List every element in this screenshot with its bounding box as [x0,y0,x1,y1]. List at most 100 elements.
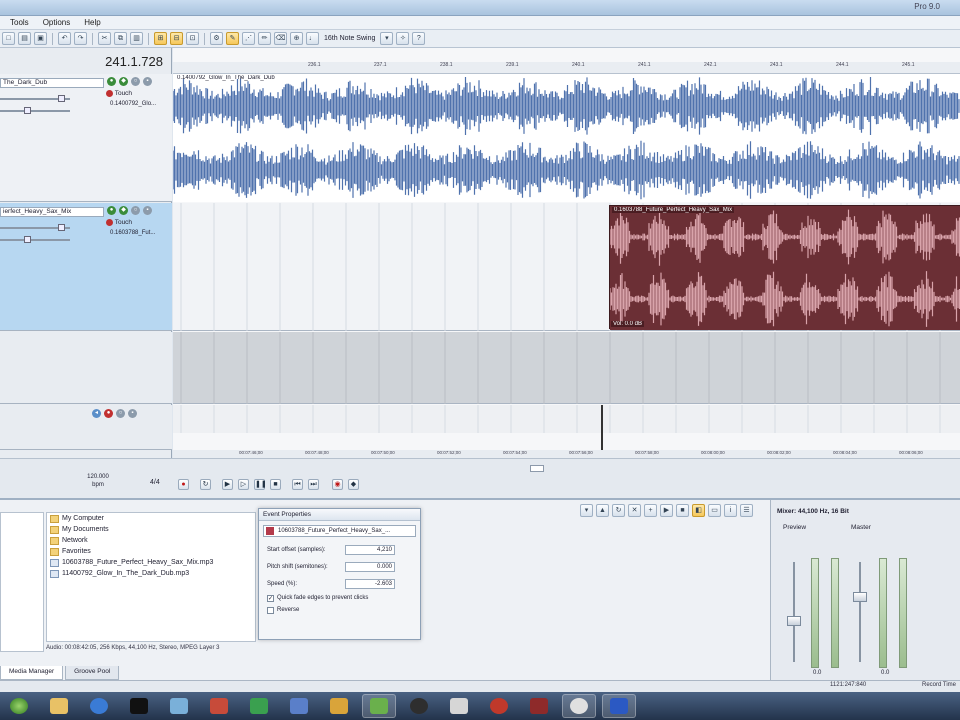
stop-button[interactable]: ■ [270,479,281,490]
taskbar-app[interactable] [82,694,116,718]
fx-icon[interactable]: ○ [131,206,140,215]
checkbox-icon[interactable] [267,606,274,614]
views-icon[interactable]: ☰ [740,504,753,517]
taskbar-app[interactable] [122,694,156,718]
open-icon[interactable]: ▤ [18,32,31,45]
arm-record-icon[interactable] [106,90,113,97]
refresh-icon[interactable]: ↻ [612,504,625,517]
audio-event-clip[interactable]: 0.1603788_Future_Perfect_Heavy_Sax_Mix V… [609,205,960,330]
explorer-file-list[interactable]: My Computer My Documents Network Favorit… [46,512,256,642]
taskbar-app[interactable] [602,694,636,718]
master-fader-knob[interactable] [853,592,867,602]
taskbar-app[interactable] [562,694,596,718]
properties-icon[interactable]: ⚙ [210,32,223,45]
snap-icon[interactable]: ⊞ [154,32,167,45]
audio-track-2[interactable]: 0.1603788_Future_Perfect_Heavy_Sax_Mix V… [173,203,960,331]
menu-help[interactable]: Help [84,18,100,27]
track-menu-icon[interactable]: ▪ [143,77,152,86]
pan-slider[interactable] [0,239,70,241]
playhead-cursor[interactable] [601,405,603,450]
play-from-start-button[interactable]: ▶ [222,479,233,490]
list-item[interactable]: Network [47,535,255,546]
menu-options[interactable]: Options [43,18,71,27]
reverse-checkbox[interactable]: Reverse [259,604,420,616]
loop-button[interactable]: ↻ [200,479,211,490]
play-button[interactable]: ▷ [238,479,249,490]
volume-knob[interactable] [58,224,65,231]
tab-media-manager[interactable]: Media Manager [0,666,64,680]
cut-icon[interactable]: ✂ [98,32,111,45]
delete-icon[interactable]: ✕ [628,504,641,517]
track-header-1[interactable]: The_Dark_Dub ● ◆ ○ ▪ Touch 0.1400792_Glo… [0,74,172,202]
taskbar-app[interactable] [442,694,476,718]
taskbar-app[interactable] [202,694,236,718]
pan-slider[interactable] [0,110,70,112]
envelope-tool-icon[interactable]: ⋰ [242,32,255,45]
pan-knob[interactable] [24,107,31,114]
solo-icon[interactable]: ◆ [119,206,128,215]
timeline[interactable]: 236.1 237.1 238.1 239.1 240.1 241.1 242.1 243.1… [173,48,960,458]
fx-icon[interactable]: ○ [131,77,140,86]
volume-knob[interactable] [58,95,65,102]
chevron-down-icon[interactable]: ▾ [380,32,394,45]
list-item[interactable]: 10603788_Future_Perfect_Heavy_Sax_Mix.mp… [47,557,255,568]
time-axis[interactable]: 00:07:46;00 00:07:48;00 00:07:50;00 00:07:5… [173,450,960,458]
mute-icon[interactable]: ● [107,77,116,86]
track-header-2[interactable]: ierfect_Heavy_Sax_Mix ● ◆ ○ ▪ Touch 0.16… [0,203,172,331]
track-name-field[interactable]: ierfect_Heavy_Sax_Mix [0,207,104,217]
help-icon[interactable]: ? [412,32,426,45]
redo-icon[interactable]: ↷ [74,32,87,45]
record-button[interactable]: ● [178,479,189,490]
start-offset-input[interactable]: 4,210 [345,544,395,555]
fx-icon[interactable]: ○ [116,409,125,418]
taskbar-app[interactable] [482,694,516,718]
bus-icon[interactable]: ◂ [92,409,101,418]
time-signature[interactable]: 4/4 [150,479,160,486]
beat-ruler[interactable]: 236.1 237.1 238.1 239.1 240.1 241.1 242.1 243.1… [173,62,960,74]
stop-preview-icon[interactable]: ■ [676,504,689,517]
go-to-end-button[interactable]: ⏭ [308,479,319,490]
taskbar-app[interactable] [402,694,436,718]
list-item[interactable]: Favorites [47,546,255,557]
region-icon[interactable]: ▭ [708,504,721,517]
undo-icon[interactable]: ↶ [58,32,71,45]
taskbar-app[interactable] [242,694,276,718]
go-to-start-button[interactable]: ⏮ [292,479,303,490]
preview-fader-knob[interactable] [787,616,801,626]
taskbar-app[interactable] [322,694,356,718]
edit-tool-icon[interactable]: ✎ [226,32,239,45]
marker-button[interactable]: ◆ [348,479,359,490]
track-name-field[interactable]: The_Dark_Dub [0,78,104,88]
lock-icon[interactable]: ⊡ [186,32,199,45]
menu-tools[interactable]: Tools [10,18,29,27]
preview-fader-track[interactable] [793,562,795,662]
mute-icon[interactable]: ● [107,206,116,215]
checkbox-checked-icon[interactable]: ✓ [267,594,274,602]
list-item[interactable]: My Documents [47,524,255,535]
pause-button[interactable]: ❚❚ [254,479,267,490]
snap-setting[interactable]: 16th Note Swing [324,35,375,42]
audio-track-1[interactable]: 0.1400792_Glow_In_The_Dark_Dub [173,74,960,202]
new-icon[interactable]: □ [2,32,15,45]
automation-mode[interactable]: Touch [106,90,132,97]
taskbar-app[interactable] [42,694,76,718]
horizontal-scrollbar-thumb[interactable] [530,465,544,472]
list-item[interactable]: 11400792_Glow_In_The_Dark_Dub.mp3 [47,568,255,579]
paste-icon[interactable]: ▥ [130,32,143,45]
automation-mode[interactable]: Touch [106,219,132,226]
event-file-field[interactable]: 10603788_Future_Perfect_Heavy_Sax_... [263,525,416,537]
solo-icon[interactable]: ◆ [119,77,128,86]
waveform-track-1[interactable] [173,74,960,202]
chevron-down-icon[interactable]: ▾ [580,504,593,517]
settings-icon[interactable]: ✧ [396,32,410,45]
tab-groove-pool[interactable]: Groove Pool [65,666,120,680]
copy-icon[interactable]: ⧉ [114,32,127,45]
taskbar-app[interactable] [162,694,196,718]
record-icon[interactable]: ● [104,409,113,418]
info-icon[interactable]: i [724,504,737,517]
zoom-tool-icon[interactable]: ⊕ [290,32,303,45]
quick-fade-checkbox[interactable]: ✓ Quick fade edges to prevent clicks [259,592,420,604]
save-icon[interactable]: ▣ [34,32,47,45]
grid-icon[interactable]: ⊟ [170,32,183,45]
metronome-icon[interactable]: ♩ [306,32,319,45]
